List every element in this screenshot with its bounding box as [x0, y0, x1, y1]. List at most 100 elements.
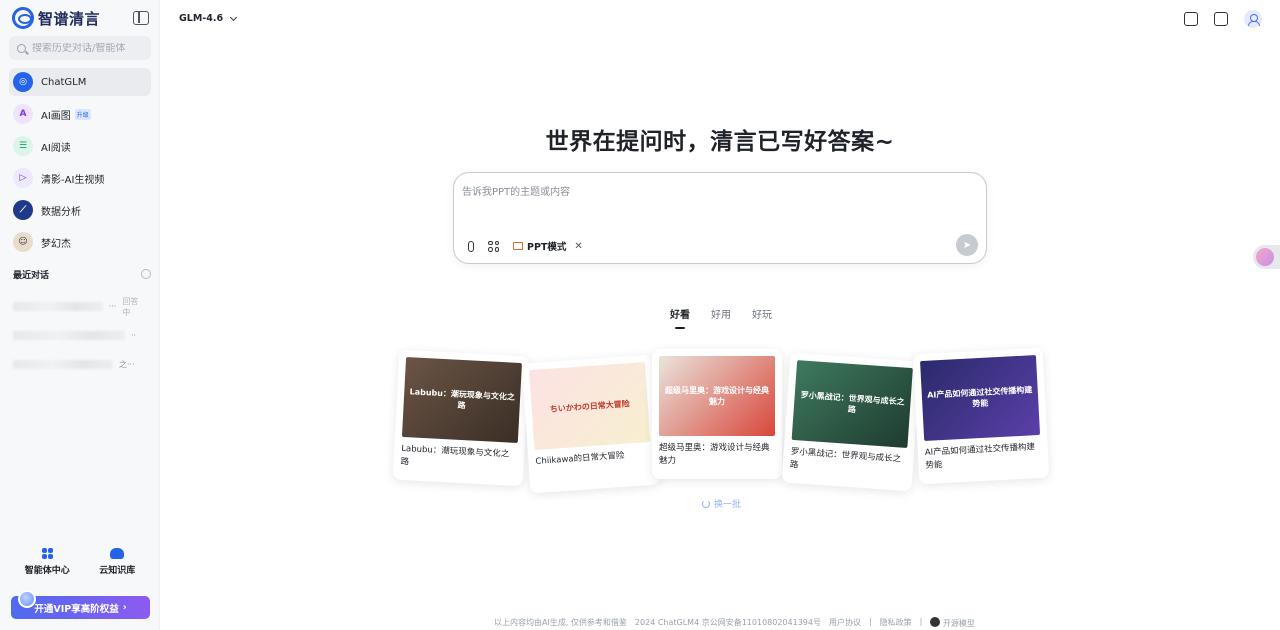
ppt-card[interactable]: 罗小黑战记：世界观与成长之路 罗小黑战记：世界观与成长之路: [781, 352, 921, 492]
sidebar-item-label: AI画图: [41, 110, 71, 122]
recent-chat-ellipsis: ··: [131, 331, 137, 340]
sidebar-item-data-analysis[interactable]: ⟋ 数据分析: [9, 196, 151, 224]
sidebar-item-video[interactable]: ▷ 清影-AI生视频: [9, 164, 151, 192]
avatar-icon: ☺: [13, 232, 33, 252]
prompt-tools: PPT模式 ✕: [468, 239, 583, 253]
ppt-card[interactable]: AI产品如何通过社交传播构建势能 AI产品如何通过社交传播构建势能: [912, 347, 1050, 485]
recent-chat-item[interactable]: ··: [13, 321, 149, 350]
agent-center-label: 智能体中心: [24, 566, 70, 576]
ppt-card-title: Chiikawa的日常大冒险: [535, 450, 625, 467]
ppt-card[interactable]: ちいかわの日常大冒险 Chiikawa的日常大冒险: [521, 354, 661, 494]
apps-icon[interactable]: [488, 240, 499, 252]
upgrade-badge: 升级: [74, 108, 91, 120]
notes-icon[interactable]: [1184, 12, 1198, 26]
search-input[interactable]: [32, 42, 142, 54]
logo-text: 智谱清言: [38, 9, 101, 28]
footer-icp[interactable]: 2024 ChatGLM4 京公网安备11010802041394号: [635, 617, 821, 629]
vip-upgrade-button[interactable]: 开通VIP享高阶权益 ›: [11, 590, 150, 619]
assistant-avatar-icon: [1256, 248, 1274, 266]
footer-open-source-label: 开源模型: [942, 619, 975, 628]
ppt-card-image: 超级马里奥：游戏设计与经典魅力: [659, 356, 775, 436]
video-play-icon: ▷: [13, 168, 33, 188]
ai-draw-icon: A: [13, 104, 33, 124]
agent-center-button[interactable]: 智能体中心: [25, 548, 70, 576]
footer-user-agreement[interactable]: 用户协议: [829, 617, 861, 629]
tab-useful[interactable]: 好用: [711, 306, 731, 329]
ppt-mode-chip[interactable]: PPT模式 ✕: [513, 239, 583, 253]
tab-good-looking[interactable]: 好看: [670, 306, 690, 329]
cloud-knowledge-button[interactable]: 云知识库: [99, 548, 135, 576]
model-name: GLM-4.6: [179, 13, 224, 24]
footer: 以上内容均由AI生成, 仅供参考和借鉴 2024 ChatGLM4 京公网安备1…: [494, 617, 975, 629]
refresh-label: 换一批: [714, 500, 742, 510]
chevron-right-icon: ›: [122, 602, 127, 613]
close-icon[interactable]: ✕: [574, 241, 582, 252]
refresh-icon: [702, 499, 710, 508]
ppt-card-title: AI产品如何通过社交传播构建势能: [924, 442, 1036, 471]
sidebar-item-label: 数据分析: [41, 206, 81, 218]
history-icon[interactable]: [141, 269, 151, 279]
app-root: 智谱清言 ◎ ChatGLM A AI画图 升级 ☰ AI阅读 ▷ 清影-A: [0, 0, 1280, 630]
user-avatar-icon[interactable]: [1244, 10, 1262, 28]
zhipu-logo-icon: [12, 7, 34, 29]
gallery-tabs: 好看 好用 好玩: [670, 306, 772, 329]
ppt-card-title: 超级马里奥：游戏设计与经典魅力: [659, 443, 770, 466]
github-icon: [930, 617, 941, 627]
prompt-box: PPT模式 ✕ ➤: [453, 172, 987, 264]
ai-read-icon: ☰: [13, 136, 33, 156]
sidebar-item-label: 清影-AI生视频: [41, 174, 105, 186]
footer-open-source[interactable]: 开源模型: [930, 617, 975, 629]
vip-label: 开通VIP享高阶权益: [34, 603, 119, 615]
recent-chats-header: 最近对话: [13, 268, 151, 281]
sidebar-item-label: 梦幻杰: [41, 238, 71, 250]
top-actions: [1184, 10, 1262, 28]
chevron-down-icon: [230, 13, 238, 21]
ppt-gallery: Labubu：潮玩现象与文化之路 Labubu：潮玩现象与文化之路 ちいかわの日…: [390, 345, 1050, 495]
floating-assistant-button[interactable]: [1253, 245, 1280, 269]
search-box[interactable]: [9, 36, 151, 60]
redacted-title: [13, 302, 103, 311]
footer-privacy[interactable]: 隐私政策: [880, 617, 912, 629]
page-headline: 世界在提问时，清言已写好答案~: [545, 129, 895, 155]
recent-chat-ellipsis: ···: [108, 302, 117, 311]
ppt-icon: [513, 242, 523, 250]
sidebar-item-agent[interactable]: ☺ 梦幻杰: [9, 228, 151, 256]
send-button[interactable]: ➤: [956, 234, 978, 256]
logo[interactable]: 智谱清言: [12, 6, 100, 30]
redacted-title: [13, 360, 113, 369]
sidebar-item-label: AI阅读: [41, 142, 71, 154]
prompt-input[interactable]: [462, 183, 962, 223]
sidebar-item-ai-draw[interactable]: A AI画图 升级: [9, 100, 151, 128]
recent-chat-ellipsis: 之···: [119, 360, 135, 369]
new-window-icon[interactable]: [1214, 12, 1228, 26]
ppt-card-image: ちいかわの日常大冒险: [529, 362, 651, 450]
recent-chat-item[interactable]: ··· 回答中: [13, 292, 149, 321]
search-icon: [17, 43, 26, 53]
cloud-knowledge-label: 云知识库: [99, 566, 136, 576]
refresh-button[interactable]: 换一批: [702, 497, 741, 510]
sidebar-nav: ◎ ChatGLM A AI画图 升级 ☰ AI阅读 ▷ 清影-AI生视频 ⟋ …: [9, 68, 151, 260]
recent-chats-list: ··· 回答中 ·· 之···: [13, 292, 149, 379]
recent-chat-item[interactable]: 之···: [13, 350, 149, 379]
recent-chat-status: 回答中: [122, 296, 139, 317]
bottom-tools: 智能体中心 云知识库: [10, 548, 150, 576]
chatglm-logo-icon: ◎: [13, 72, 33, 92]
footer-disclaimer: 以上内容均由AI生成, 仅供参考和借鉴: [494, 618, 627, 627]
sidebar-item-ai-read[interactable]: ☰ AI阅读: [9, 132, 151, 160]
ppt-card[interactable]: 超级马里奥：游戏设计与经典魅力 超级马里奥：游戏设计与经典魅力: [652, 349, 782, 479]
recent-chats-title: 最近对话: [13, 271, 50, 281]
ppt-card-title: 罗小黑战记：世界观与成长之路: [789, 446, 902, 471]
sidebar-item-label: ChatGLM: [41, 76, 87, 88]
model-selector[interactable]: GLM-4.6: [179, 13, 238, 24]
attachment-icon[interactable]: [468, 240, 474, 252]
vip-icon: [18, 590, 36, 608]
sidebar-toggle-icon[interactable]: [133, 11, 149, 25]
redacted-title: [13, 331, 125, 340]
cloud-knowledge-icon: [110, 548, 125, 559]
sidebar-item-chatglm[interactable]: ◎ ChatGLM: [9, 68, 151, 96]
chart-icon: ⟋: [13, 200, 33, 220]
ppt-card-image: 罗小黑战记：世界观与成长之路: [791, 360, 913, 448]
ppt-card[interactable]: Labubu：潮玩现象与文化之路 Labubu：潮玩现象与文化之路: [392, 349, 530, 487]
tab-fun[interactable]: 好玩: [752, 306, 772, 329]
ppt-card-image: Labubu：潮玩现象与文化之路: [401, 357, 522, 444]
